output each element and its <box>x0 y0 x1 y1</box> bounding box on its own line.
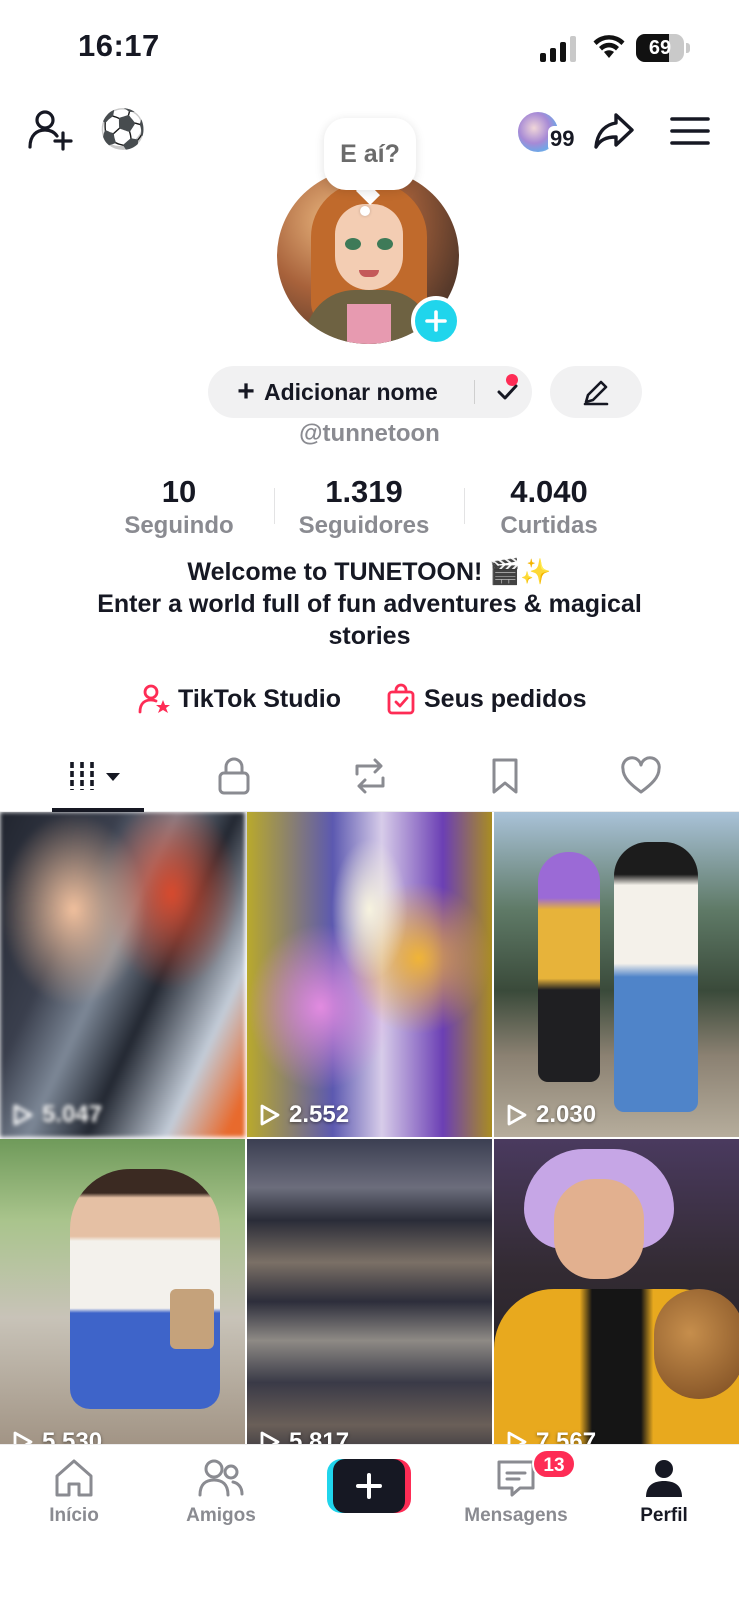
stat-likes[interactable]: 4.040 Curtidas <box>454 474 644 542</box>
view-count: 7.567 <box>506 1428 596 1444</box>
add-friend-button[interactable] <box>24 104 76 156</box>
profile-tabs <box>0 740 739 812</box>
tab-private[interactable] <box>184 740 284 812</box>
play-icon <box>260 1431 280 1444</box>
repost-icon <box>355 758 385 794</box>
tiktok-studio-link[interactable]: TikTok Studio <box>138 680 341 718</box>
create-plus-icon <box>356 1473 382 1499</box>
username: @tunnetoon <box>299 420 440 447</box>
cellular-signal-icon <box>540 36 576 62</box>
create-video-button[interactable] <box>327 1459 411 1513</box>
add-name-label: Adicionar nome <box>264 378 438 405</box>
view-count-value: 5.530 <box>42 1428 103 1444</box>
nav-label: Mensagens <box>464 1505 568 1526</box>
video-thumbnail[interactable]: 2.030 <box>494 812 739 1137</box>
view-count-value: 2.552 <box>289 1101 350 1128</box>
share-profile-button[interactable] <box>588 106 640 156</box>
play-icon <box>260 1104 280 1126</box>
bio-line: Welcome to TUNETOON! 🎬✨ <box>187 558 552 586</box>
profile-stats: 10 Seguindo 1.319 Seguidores 4.040 Curti… <box>84 474 644 540</box>
shopping-bag-icon <box>387 683 415 715</box>
view-count: 2.552 <box>259 1101 349 1129</box>
stat-followers[interactable]: 1.319 Seguidores <box>269 474 459 542</box>
status-bar: 16:17 69 <box>0 0 739 96</box>
nav-profile[interactable]: Perfil <box>604 1455 724 1545</box>
video-thumbnail[interactable]: 7.567 <box>494 1139 739 1444</box>
play-icon <box>13 1431 33 1444</box>
nav-home[interactable]: Início <box>14 1455 134 1545</box>
shortcut-label: TikTok Studio <box>178 684 341 713</box>
heart-icon <box>621 756 661 794</box>
share-arrow-icon <box>594 113 634 149</box>
stat-label: Seguindo <box>124 512 234 539</box>
story-views-button[interactable]: 99 <box>512 106 577 156</box>
home-icon <box>55 1459 93 1497</box>
note-bubble[interactable]: E aí? <box>324 118 416 190</box>
stat-value: 1.319 <box>325 474 403 509</box>
menu-button[interactable] <box>664 106 716 156</box>
status-time: 16:17 <box>78 28 160 63</box>
profile-icon <box>646 1460 682 1497</box>
nav-label: Perfil <box>640 1505 688 1526</box>
view-count-value: 2.030 <box>536 1101 597 1128</box>
wifi-icon <box>593 35 625 58</box>
nav-friends[interactable]: Amigos <box>161 1455 281 1545</box>
view-count: 5.530 <box>12 1428 102 1444</box>
stat-label: Curtidas <box>500 512 598 539</box>
view-count-value: 5.047 <box>42 1101 103 1128</box>
view-count: 5.817 <box>259 1428 349 1444</box>
add-story-button[interactable] <box>411 296 461 346</box>
tab-favorites[interactable] <box>455 740 555 812</box>
messages-badge: 13 <box>532 1449 576 1479</box>
bubble-dot <box>360 206 370 216</box>
friends-icon <box>198 1459 244 1497</box>
add-name-button[interactable]: + Adicionar nome <box>208 366 532 418</box>
play-icon <box>507 1104 527 1126</box>
soccer-ball-button[interactable]: ⚽ <box>98 104 148 156</box>
stat-label: Seguidores <box>298 512 430 539</box>
tab-videos[interactable] <box>48 740 148 812</box>
person-add-icon <box>28 110 73 151</box>
view-count-value: 5.817 <box>289 1428 350 1444</box>
bookmark-icon <box>492 758 518 794</box>
orders-link[interactable]: Seus pedidos <box>384 680 587 718</box>
play-icon <box>13 1104 33 1126</box>
plus-icon <box>425 310 447 332</box>
stat-following[interactable]: 10 Seguindo <box>84 474 274 542</box>
stat-value: 4.040 <box>510 474 588 509</box>
soccer-ball-icon: ⚽ <box>99 109 147 151</box>
lock-icon <box>218 757 250 795</box>
profile-bio: Welcome to TUNETOON! 🎬✨ Enter a world fu… <box>40 556 699 652</box>
video-thumbnail[interactable]: 5.530 <box>0 1139 245 1444</box>
view-count: 2.030 <box>506 1101 596 1129</box>
pencil-icon <box>583 380 609 406</box>
battery-indicator: 69 <box>636 34 690 62</box>
stat-value: 10 <box>161 474 197 509</box>
battery-percent: 69 <box>648 37 672 59</box>
video-thumbnail[interactable]: 5.817 <box>247 1139 492 1444</box>
bottom-navigation: Início Amigos Mensagens 13 Perfil <box>0 1444 739 1600</box>
video-thumbnail[interactable]: 2.552 <box>247 812 492 1137</box>
notification-dot <box>506 374 518 386</box>
edit-profile-button[interactable] <box>550 366 642 418</box>
nav-label: Amigos <box>186 1505 256 1526</box>
view-count: 5.047 <box>12 1101 102 1129</box>
studio-person-star-icon <box>138 684 170 714</box>
bio-line: stories <box>328 622 411 650</box>
nav-label: Início <box>49 1505 99 1526</box>
play-icon <box>507 1431 527 1444</box>
story-count: 99 <box>548 126 577 152</box>
tab-reposts[interactable] <box>320 740 420 812</box>
hamburger-menu-icon <box>670 117 710 145</box>
bio-line: Enter a world full of fun adventures & m… <box>97 590 642 618</box>
grid-icon <box>70 762 120 790</box>
video-grid: 5.047 2.552 2.030 5.530 5.817 7.567 <box>0 812 739 1444</box>
plus-icon: + <box>237 375 255 408</box>
tab-liked[interactable] <box>591 740 691 812</box>
view-count-value: 7.567 <box>536 1428 597 1444</box>
video-thumbnail[interactable]: 5.047 <box>0 812 245 1137</box>
shortcut-label: Seus pedidos <box>424 684 587 713</box>
